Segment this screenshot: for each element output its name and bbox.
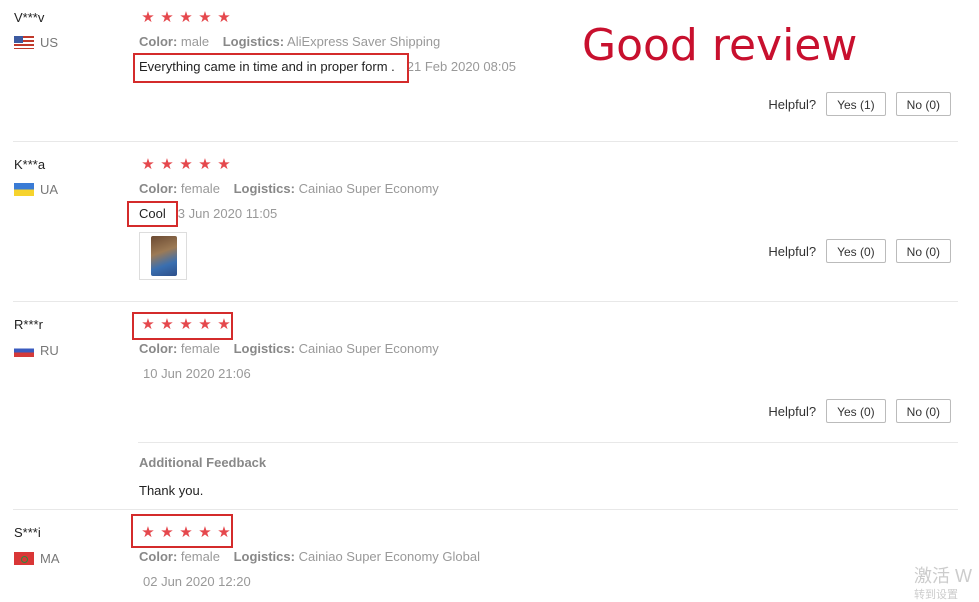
review-meta: Color: male Logistics: AliExpress Saver … [139,34,450,49]
review-date: 21 Feb 2020 08:05 [406,59,516,74]
star-icon: ★ [217,156,231,173]
helpful-no-button[interactable]: No (0) [895,92,951,116]
helpful-label: Helpful? [768,403,817,419]
good-review-annotation: Good review [582,20,858,71]
activation-watermark: 激活 W [914,566,972,586]
ru-flag-icon [14,344,34,357]
ua-flag-icon [14,183,34,196]
reviewer-name: R***r [14,317,43,332]
reviewer-name: S***i [14,525,41,540]
star-icon: ★ [179,9,193,26]
star-icon: ★ [160,9,174,26]
highlight-box [127,201,178,227]
highlight-box [133,53,409,83]
helpful-yes-button[interactable]: Yes (1) [826,92,886,116]
star-icon: ★ [160,156,174,173]
country-code: US [40,35,59,50]
highlight-box [131,514,233,548]
helpful-row: Helpful? Yes (0) No (0) [768,399,951,423]
us-flag-icon [14,36,34,49]
country-code: RU [40,343,59,358]
reviewer-country: MA [14,551,60,566]
additional-feedback-title: Additional Feedback [139,455,267,470]
additional-feedback-divider [138,442,958,443]
star-icon: ★ [198,9,212,26]
ma-flag-icon [14,552,34,565]
color-value: male [180,34,210,49]
review-meta: Color: female Logistics: Cainiao Super E… [139,181,449,196]
reviewer-country: UA [14,182,58,197]
color-label: Color: [139,181,178,196]
review-meta: Color: female Logistics: Cainiao Super E… [139,549,490,564]
logistics-value: AliExpress Saver Shipping [287,34,441,49]
highlight-box [132,312,233,340]
review-date: 02 Jun 2020 12:20 [143,574,251,589]
color-label: Color: [139,34,178,49]
review-divider [13,141,958,142]
color-label: Color: [139,549,178,564]
color-value: female [180,181,220,196]
helpful-row: Helpful? Yes (1) No (0) [768,92,951,116]
logistics-value: Cainiao Super Economy [298,181,439,196]
country-code: MA [40,551,60,566]
activation-watermark-sub: 转到设置 [914,589,958,601]
review-date: 10 Jun 2020 21:06 [143,366,251,381]
logistics-label: Logistics: [222,34,285,49]
star-rating: ★ ★ ★ ★ ★ [140,157,232,173]
star-rating: ★ ★ ★ ★ ★ [140,10,232,26]
reviewer-name: V***v [14,10,45,25]
review-date: 3 Jun 2020 11:05 [177,206,278,221]
color-value: female [180,549,220,564]
color-label: Color: [139,341,178,356]
helpful-no-button[interactable]: No (0) [895,399,951,423]
reviewer-country: RU [14,343,59,358]
star-icon: ★ [141,9,155,26]
logistics-label: Logistics: [233,181,295,196]
star-icon: ★ [179,156,193,173]
star-icon: ★ [217,9,231,26]
additional-feedback-text: Thank you. [139,483,204,498]
review-divider [13,509,958,510]
helpful-yes-button[interactable]: Yes (0) [826,399,886,423]
review-photo-thumbnail[interactable] [139,232,187,280]
helpful-label: Helpful? [768,96,817,112]
star-icon: ★ [198,156,212,173]
helpful-yes-button[interactable]: Yes (0) [826,239,886,263]
logistics-label: Logistics: [233,341,295,356]
helpful-label: Helpful? [768,243,817,259]
reviewer-name: K***a [14,157,46,172]
star-icon: ★ [141,156,155,173]
helpful-row: Helpful? Yes (0) No (0) [768,239,951,263]
review-divider [13,301,958,302]
logistics-label: Logistics: [233,549,295,564]
review-meta: Color: female Logistics: Cainiao Super E… [139,341,449,356]
color-value: female [180,341,220,356]
country-code: UA [40,182,59,197]
logistics-value: Cainiao Super Economy Global [298,549,480,564]
reviewer-country: US [14,35,58,50]
helpful-no-button[interactable]: No (0) [895,239,951,263]
logistics-value: Cainiao Super Economy [298,341,439,356]
